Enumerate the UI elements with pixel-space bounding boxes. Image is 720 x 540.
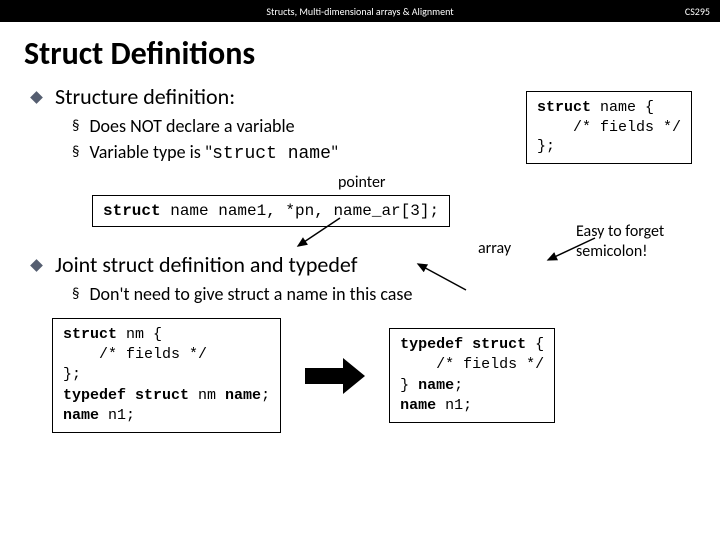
code-right-typedef: typedef struct { /* fields */ } name; na…	[389, 328, 555, 423]
sub-text: Variable type is "struct name"	[89, 140, 338, 166]
header-bar: Structs, Multi-dimensional arrays & Alig…	[0, 0, 720, 22]
code-struct-def: struct name { /* fields */ };	[526, 91, 692, 164]
bullet-text: Structure definition:	[55, 83, 235, 110]
sub-text: Don't need to give struct a name in this…	[89, 282, 412, 306]
section-icon: §	[72, 142, 79, 162]
array-label: array	[478, 239, 511, 258]
sub-bullet-1: § Does NOT declare a variable	[72, 114, 516, 138]
side-note: Easy to forget semicolon!	[576, 222, 696, 262]
section-icon: §	[72, 116, 79, 136]
header-course: CS295	[685, 5, 710, 18]
diamond-icon	[30, 91, 43, 104]
code-left-typedef: struct nm { /* fields */ }; typedef stru…	[52, 318, 281, 433]
code-declaration: struct name name1, *pn, name_ar[3];	[92, 195, 450, 227]
sub-bullet-3: § Don't need to give struct a name in th…	[72, 282, 692, 306]
diamond-icon	[30, 259, 43, 272]
section-icon: §	[72, 284, 79, 304]
arrow-right-icon	[305, 358, 365, 394]
header-title: Structs, Multi-dimensional arrays & Alig…	[266, 5, 453, 18]
slide-title: Struct Definitions	[0, 22, 720, 83]
sub-text: Does NOT declare a variable	[89, 114, 294, 138]
bullet-text: Joint struct definition and typedef	[55, 251, 357, 278]
bullet-structure-def: Structure definition:	[28, 83, 516, 110]
pointer-label: pointer	[338, 173, 386, 192]
sub-bullet-2: § Variable type is "struct name"	[72, 140, 516, 166]
